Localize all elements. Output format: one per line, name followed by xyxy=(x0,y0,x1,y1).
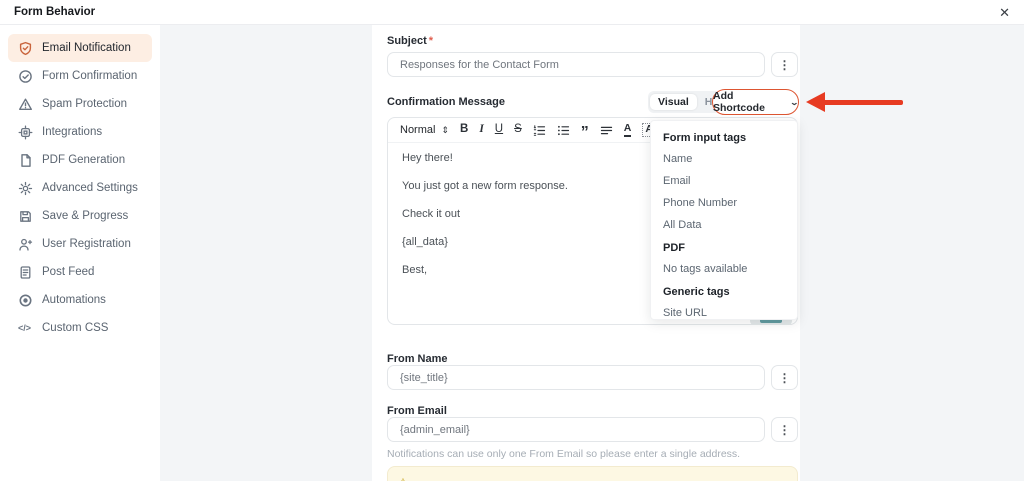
arrow-line xyxy=(823,100,903,105)
paragraph-style-select[interactable]: Normal ⇕ xyxy=(400,124,449,136)
menu-group-header: Form input tags xyxy=(663,132,747,144)
kebab-icon: ⋮ xyxy=(778,370,791,385)
tab-visual[interactable]: Visual xyxy=(650,94,697,110)
from-email-options-button[interactable]: ⋮ xyxy=(771,417,798,442)
post-icon xyxy=(18,265,33,280)
kebab-icon: ⋮ xyxy=(778,57,791,72)
menu-group-header: Generic tags xyxy=(663,286,730,298)
sidebar-item-label: Custom CSS xyxy=(42,322,109,334)
sidebar-item-post-feed[interactable]: Post Feed xyxy=(8,258,152,286)
top-bar: Form Behavior ✕ xyxy=(0,0,1024,25)
sidebar-item-integrations[interactable]: Integrations xyxy=(8,118,152,146)
menu-item-phone-number[interactable]: Phone Number xyxy=(651,192,797,214)
sidebar-item-label: Automations xyxy=(42,294,106,306)
text-color-button[interactable]: A xyxy=(623,123,632,137)
sidebar-item-label: User Registration xyxy=(42,238,131,250)
underline-button[interactable]: U xyxy=(495,124,503,136)
sidebar-item-user-registration[interactable]: User Registration xyxy=(8,230,152,258)
check-circle-icon xyxy=(18,69,33,84)
save-icon xyxy=(18,209,33,224)
from-name-input[interactable]: {site_title} xyxy=(387,365,765,390)
bold-button[interactable]: B xyxy=(460,124,468,136)
sidebar-item-save-progress[interactable]: Save & Progress xyxy=(8,202,152,230)
warning-icon: ⚠ xyxy=(398,477,408,481)
close-icon[interactable]: ✕ xyxy=(999,6,1010,19)
sidebar-item-label: PDF Generation xyxy=(42,154,126,166)
required-asterisk: * xyxy=(428,35,434,47)
kebab-icon: ⋮ xyxy=(778,422,791,437)
sidebar-item-spam-protection[interactable]: Spam Protection xyxy=(8,90,152,118)
menu-item-email[interactable]: Email xyxy=(651,170,797,192)
from-name-label: From Name xyxy=(387,353,448,365)
subject-options-button[interactable]: ⋮ xyxy=(771,52,798,77)
page-title: Form Behavior xyxy=(14,6,96,18)
updown-caret-icon: ⇕ xyxy=(441,124,449,135)
subject-label: Subject * xyxy=(387,35,434,47)
sidebar-item-label: Integrations xyxy=(42,126,103,138)
sidebar-item-label: Spam Protection xyxy=(42,98,128,110)
user-plus-icon xyxy=(18,237,33,252)
file-icon xyxy=(18,153,33,168)
bullet-list-icon[interactable] xyxy=(557,124,570,137)
gear-icon xyxy=(18,181,33,196)
shortcode-dropdown-menu: Form input tags Name Email Phone Number … xyxy=(650,120,798,320)
code-icon: </> xyxy=(18,323,32,333)
sidebar-item-advanced-settings[interactable]: Advanced Settings xyxy=(8,174,152,202)
ordered-list-icon[interactable] xyxy=(533,124,546,137)
sidebar-item-label: Save & Progress xyxy=(42,210,129,222)
sidebar-item-label: Advanced Settings xyxy=(42,182,138,194)
subject-input[interactable]: Responses for the Contact Form xyxy=(387,52,765,77)
sidebar-item-pdf-generation[interactable]: PDF Generation xyxy=(8,146,152,174)
chevron-down-icon: ⌄ xyxy=(789,97,800,107)
menu-item-all-data[interactable]: All Data xyxy=(651,214,797,236)
from-email-label: From Email xyxy=(387,405,447,417)
from-email-input[interactable]: {admin_email} xyxy=(387,417,765,442)
confirmation-message-label: Confirmation Message xyxy=(387,96,505,108)
sidebar-item-label: Post Feed xyxy=(42,266,95,278)
menu-item-name[interactable]: Name xyxy=(651,148,797,170)
sidebar-item-email-notification[interactable]: Email Notification xyxy=(8,34,152,62)
warning-triangle-icon xyxy=(18,97,33,112)
sidebar-item-form-confirmation[interactable]: Form Confirmation xyxy=(8,62,152,90)
settings-sidebar: Email Notification Form Confirmation Spa… xyxy=(0,25,160,481)
strikethrough-button[interactable]: S xyxy=(514,124,522,136)
italic-button[interactable]: I xyxy=(479,124,483,136)
sidebar-item-custom-css[interactable]: </> Custom CSS xyxy=(8,314,152,342)
warning-box: ⚠ xyxy=(387,466,798,481)
from-name-options-button[interactable]: ⋮ xyxy=(771,365,798,390)
sidebar-item-label: Form Confirmation xyxy=(42,70,138,82)
blockquote-button[interactable]: ” xyxy=(581,124,589,141)
align-icon[interactable] xyxy=(600,124,613,137)
sidebar-item-automations[interactable]: Automations xyxy=(8,286,152,314)
menu-item-no-tags: No tags available xyxy=(663,263,748,275)
target-icon xyxy=(18,293,33,308)
from-email-note: Notifications can use only one From Emai… xyxy=(387,448,741,460)
shield-check-icon xyxy=(18,41,33,56)
add-shortcode-button[interactable]: Add Shortcode ⌄ xyxy=(712,89,799,115)
chip-icon xyxy=(18,125,33,140)
sidebar-item-label: Email Notification xyxy=(42,42,131,54)
menu-group-header: PDF xyxy=(663,242,685,254)
menu-item-site-url[interactable]: Site URL xyxy=(651,302,797,319)
